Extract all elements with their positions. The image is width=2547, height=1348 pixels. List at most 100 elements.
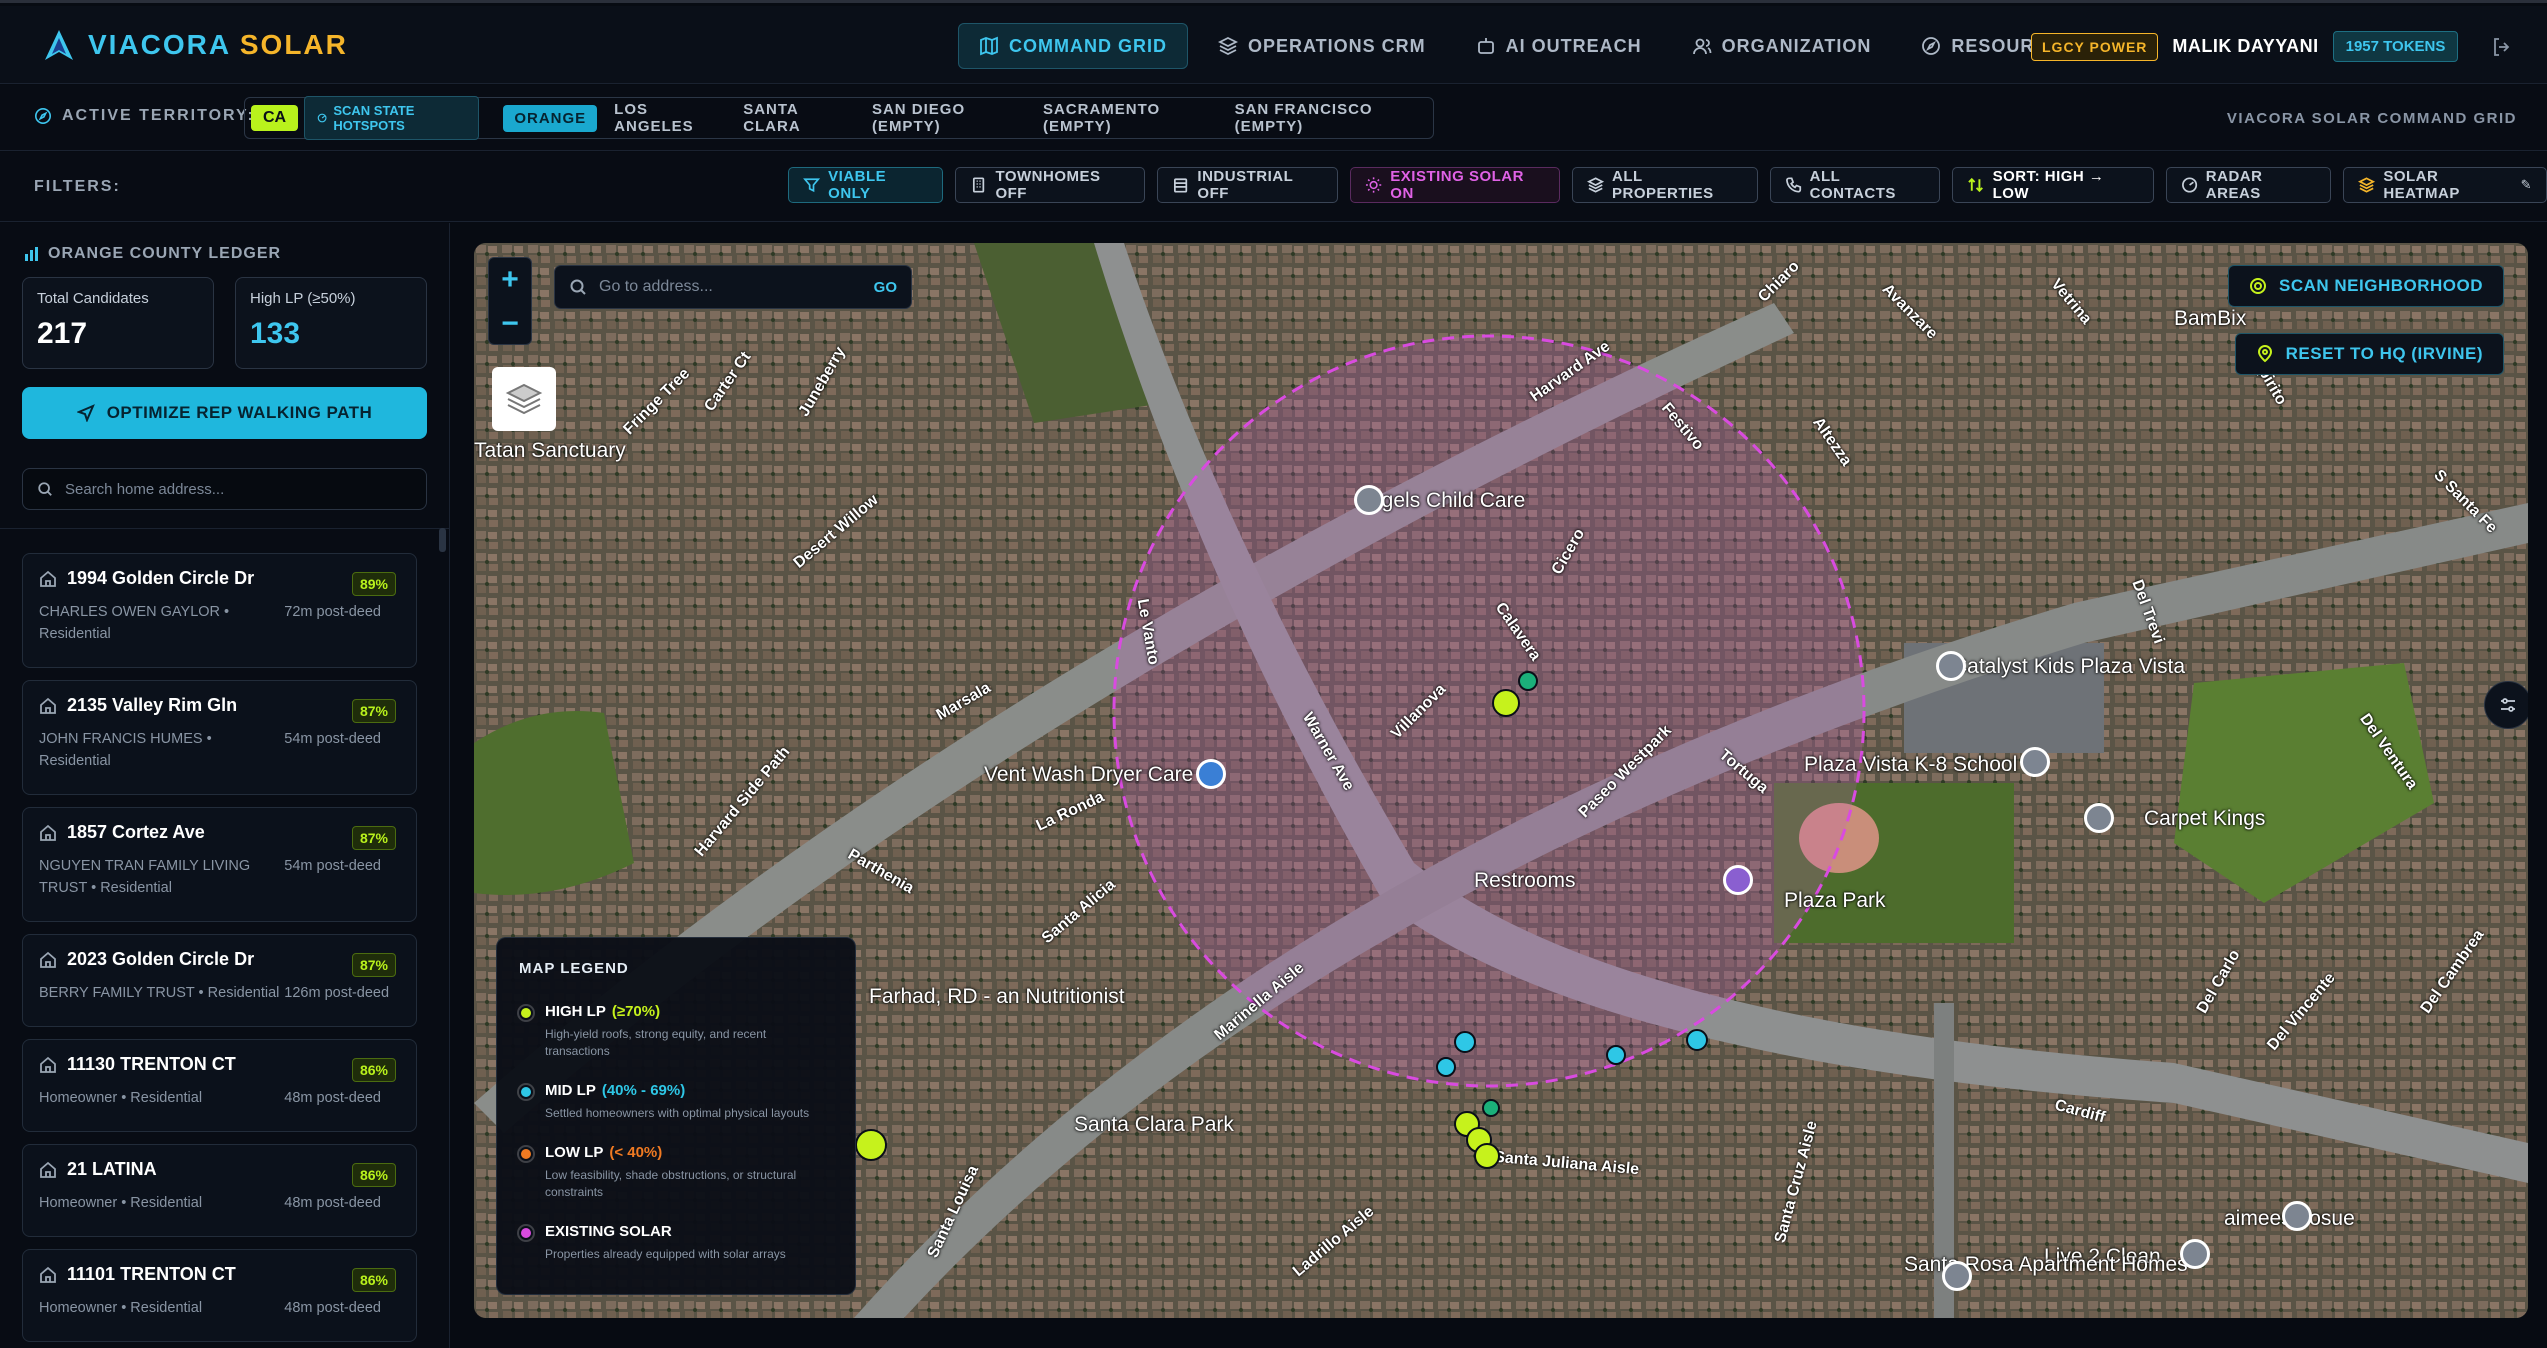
map-options-toggle[interactable] bbox=[2484, 681, 2528, 729]
county-san-francisco[interactable]: SAN FRANCISCO (EMPTY) bbox=[1224, 96, 1427, 140]
list-item-owner: Homeowner • Residential bbox=[39, 1195, 203, 1211]
filter-industrial-label: INDUSTRIAL OFF bbox=[1197, 168, 1293, 202]
location-pin-icon bbox=[2257, 345, 2272, 363]
command-grid-caption: VIACORA SOLAR COMMAND GRID bbox=[2226, 110, 2517, 127]
list-item[interactable]: 2023 Golden Circle Dr 87% BERRY FAMILY T… bbox=[22, 934, 417, 1027]
users-icon bbox=[1692, 38, 1712, 55]
filter-existing-solar[interactable]: EXISTING SOLAR ON bbox=[1350, 167, 1560, 203]
territory-label: ACTIVE TERRITORY: bbox=[34, 107, 255, 125]
county-san-diego[interactable]: SAN DIEGO (EMPTY) bbox=[861, 96, 1026, 140]
map-poi-marker[interactable] bbox=[2084, 803, 2114, 833]
map-poi-marker[interactable] bbox=[1942, 1261, 1972, 1291]
filter-all-contacts[interactable]: ALL CONTACTS bbox=[1769, 167, 1941, 203]
list-item-address: 21 LATINA bbox=[67, 1159, 157, 1179]
user-name[interactable]: MALIK DAYYANI bbox=[2172, 36, 2318, 57]
nav-ai-outreach-label: AI OUTREACH bbox=[1505, 35, 1642, 56]
legend-high-title: HIGH LP bbox=[545, 1003, 606, 1020]
top-bar: VIACORA SOLAR COMMAND GRID OPERATIONS CR… bbox=[0, 6, 2547, 84]
list-item[interactable]: 11101 TRENTON CT 86% Homeowner • Residen… bbox=[22, 1249, 417, 1342]
map-poi-marker[interactable] bbox=[2180, 1239, 2210, 1269]
county-orange[interactable]: ORANGE bbox=[503, 104, 598, 132]
state-chip[interactable]: CA bbox=[251, 105, 299, 131]
nav-organization-label: ORGANIZATION bbox=[1721, 35, 1872, 56]
county-santa-clara[interactable]: SANTA CLARA bbox=[732, 96, 855, 140]
bar-chart-icon bbox=[25, 247, 38, 261]
filter-radar-areas[interactable]: RADAR AREAS bbox=[2165, 167, 2332, 203]
lead-pin-mid[interactable] bbox=[1436, 1057, 1456, 1077]
map-poi-marker[interactable] bbox=[2020, 747, 2050, 777]
filter-viable-only[interactable]: VIABLE ONLY bbox=[788, 167, 944, 203]
filter-all-properties-label: ALL PROPERTIES bbox=[1611, 168, 1714, 202]
building-icon bbox=[973, 177, 985, 193]
nav-organization[interactable]: ORGANIZATION bbox=[1672, 23, 1892, 69]
map-poi-marker[interactable] bbox=[1723, 865, 1753, 895]
user-area: LGCY POWER MALIK DAYYANI 1957 TOKENS bbox=[2031, 31, 2514, 62]
map-poi-marker[interactable] bbox=[1354, 485, 1384, 515]
place-label: Catalyst Kids Plaza Vista bbox=[1952, 655, 2186, 678]
place-label: Farhad, RD - an Nutritionist bbox=[869, 985, 1125, 1008]
lead-pin-mid[interactable] bbox=[1606, 1045, 1626, 1065]
list-item[interactable]: 1857 Cortez Ave 87% NGUYEN TRAN FAMILY L… bbox=[22, 807, 417, 922]
filter-all-properties[interactable]: ALL PROPERTIES bbox=[1571, 167, 1758, 203]
list-item-deed: 54m post-deed bbox=[284, 731, 381, 747]
list-item[interactable]: 21 LATINA 86% Homeowner • Residential 48m… bbox=[22, 1144, 417, 1237]
legend-item-low: LOW LP (< 40%) Low feasibility, shade obs… bbox=[519, 1144, 833, 1201]
total-candidates-label: Total Candidates bbox=[37, 290, 149, 307]
scan-state-hotspots-button[interactable]: SCAN STATE HOTSPOTS bbox=[304, 96, 480, 140]
list-item-deed: 48m post-deed bbox=[284, 1090, 381, 1106]
sort-button[interactable]: SORT: HIGH → LOW bbox=[1952, 167, 2154, 203]
list-item-deed: 126m post-deed bbox=[284, 985, 390, 1001]
list-item[interactable]: 1994 Golden Circle Dr 89% CHARLES OWEN G… bbox=[22, 553, 417, 668]
lead-pin-high[interactable] bbox=[855, 1129, 887, 1161]
home-icon bbox=[40, 1056, 56, 1073]
scan-neighborhood-button[interactable]: SCAN NEIGHBORHOOD bbox=[2227, 265, 2504, 307]
lead-pin-mid[interactable] bbox=[1454, 1031, 1476, 1053]
list-item[interactable]: 11130 TRENTON CT 86% Homeowner • Residen… bbox=[22, 1039, 417, 1132]
list-item[interactable]: 2135 Valley Rim Gln 87% JOHN FRANCIS HUM… bbox=[22, 680, 417, 795]
filter-solar-heatmap-label: SOLAR HEATMAP bbox=[2383, 168, 2460, 202]
lead-pin-high[interactable] bbox=[1492, 689, 1520, 717]
nav-ai-outreach[interactable]: AI OUTREACH bbox=[1456, 23, 1662, 69]
territory-bar: ACTIVE TERRITORY: CA SCAN STATE HOTSPOTS… bbox=[0, 85, 2547, 151]
map-address-search[interactable]: Go to address... GO bbox=[554, 265, 912, 309]
legend-low-range: (< 40%) bbox=[609, 1144, 663, 1161]
nav-operations-crm-label: OPERATIONS CRM bbox=[1248, 35, 1426, 56]
legend-dot-low bbox=[519, 1147, 533, 1161]
lead-pin-mid[interactable] bbox=[1686, 1029, 1708, 1051]
zoom-out-button[interactable]: − bbox=[489, 302, 531, 346]
list-item-address: 2023 Golden Circle Dr bbox=[67, 949, 255, 969]
lead-pin-solar[interactable] bbox=[1518, 671, 1538, 691]
phone-icon bbox=[1785, 177, 1801, 193]
sidebar-scrollbar[interactable] bbox=[439, 528, 446, 552]
filter-townhomes[interactable]: TOWNHOMES OFF bbox=[955, 167, 1146, 203]
high-lp-label: High LP (≥50%) bbox=[250, 290, 356, 307]
county-sacramento[interactable]: SACRAMENTO (EMPTY) bbox=[1032, 96, 1218, 140]
nav-operations-crm[interactable]: OPERATIONS CRM bbox=[1198, 23, 1446, 69]
main-nav: COMMAND GRID OPERATIONS CRM AI OUTREACH … bbox=[958, 23, 2118, 69]
map-layers-button[interactable] bbox=[492, 367, 556, 431]
brand[interactable]: VIACORA SOLAR bbox=[42, 28, 348, 62]
filter-industrial[interactable]: INDUSTRIAL OFF bbox=[1157, 167, 1339, 203]
county-los-angeles[interactable]: LOS ANGELES bbox=[603, 96, 726, 140]
brand-name-part2: SOLAR bbox=[239, 29, 348, 60]
lead-pin-solar[interactable] bbox=[1482, 1099, 1500, 1117]
nav-command-grid[interactable]: COMMAND GRID bbox=[958, 23, 1188, 69]
optimize-walking-path-button[interactable]: OPTIMIZE REP WALKING PATH bbox=[22, 387, 427, 439]
satellite-map[interactable]: Angels Child Care Catalyst Kids Plaza Vi… bbox=[474, 243, 2528, 1318]
high-lp-card: High LP (≥50%) 133 bbox=[235, 277, 427, 369]
lead-pin-high[interactable] bbox=[1474, 1143, 1500, 1169]
map-poi-marker[interactable] bbox=[1936, 651, 1966, 681]
list-item-address: 11130 TRENTON CT bbox=[67, 1054, 236, 1074]
home-address-search[interactable]: Search home address... bbox=[22, 468, 427, 510]
home-icon bbox=[40, 697, 56, 714]
map-poi-marker[interactable] bbox=[2282, 1201, 2312, 1231]
reset-to-hq-button[interactable]: RESET TO HQ (IRVINE) bbox=[2234, 333, 2504, 375]
filter-buttons: VIABLE ONLY TOWNHOMES OFF INDUSTRIAL OFF… bbox=[788, 167, 2547, 203]
filter-solar-heatmap[interactable]: SOLAR HEATMAP ✎ bbox=[2343, 167, 2547, 203]
zoom-in-button[interactable]: + bbox=[489, 258, 531, 302]
map-search-go-button[interactable]: GO bbox=[874, 279, 897, 296]
list-item-score: 89% bbox=[351, 572, 396, 596]
map-poi-marker[interactable] bbox=[1196, 759, 1226, 789]
brand-name: VIACORA SOLAR bbox=[88, 29, 348, 61]
logout-icon[interactable] bbox=[2490, 35, 2514, 59]
